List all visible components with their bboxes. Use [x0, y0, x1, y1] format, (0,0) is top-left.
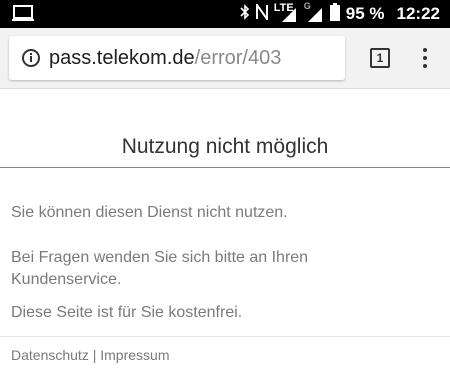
- clock: 12:22: [396, 4, 440, 23]
- info-icon[interactable]: [21, 48, 41, 68]
- page-title: Nutzung nicht möglich: [121, 135, 329, 158]
- nfc-icon: [255, 1, 268, 25]
- privacy-link[interactable]: Datenschutz: [11, 347, 89, 363]
- status-bar: LTE G 95 % 12:22: [0, 0, 450, 28]
- free-of-charge-message: Diese Seite ist für Sie kostenfrei.: [11, 304, 243, 321]
- url-bar[interactable]: pass.telekom.de/error/403: [9, 36, 345, 80]
- menu-icon[interactable]: [420, 46, 430, 70]
- url-path: /error/403: [194, 46, 282, 69]
- battery-icon: [329, 2, 340, 26]
- title-divider: [0, 167, 450, 168]
- imprint-link[interactable]: Impressum: [100, 347, 169, 363]
- screen-cast-icon: [12, 4, 34, 29]
- browser-toolbar: pass.telekom.de/error/403 1: [0, 28, 450, 89]
- footer-separator: |: [88, 347, 101, 363]
- battery-percent: 95 %: [345, 4, 385, 23]
- url-text[interactable]: pass.telekom.de/error/403: [49, 47, 281, 70]
- support-message: Bei Fragen wenden Sie sich bitte an Ihre…: [11, 249, 309, 288]
- footer-divider: [0, 336, 450, 337]
- url-host: pass.telekom.de: [49, 46, 195, 69]
- footer: Datenschutz | Impressum: [11, 347, 169, 363]
- tab-count: 1: [370, 48, 390, 68]
- lte-signal-icon: LTE: [274, 2, 298, 24]
- tab-switcher-button[interactable]: 1: [370, 48, 390, 68]
- signal-icon: G: [304, 1, 324, 24]
- bluetooth-icon: [240, 3, 250, 25]
- error-message: Sie können diesen Dienst nicht nutzen.: [11, 204, 288, 221]
